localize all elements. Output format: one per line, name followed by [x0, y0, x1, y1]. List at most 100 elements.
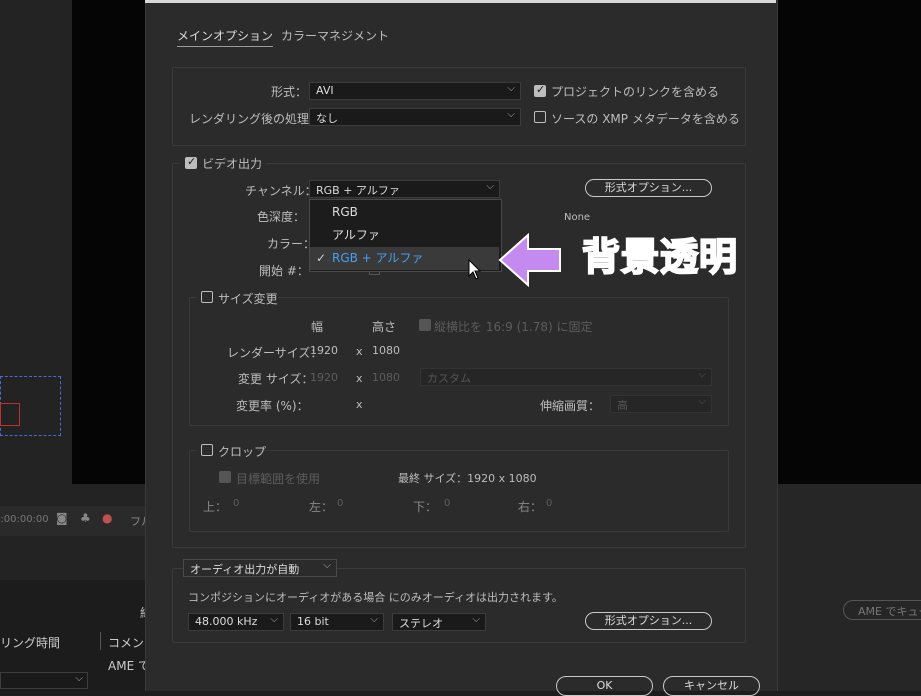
- video-format-options-button[interactable]: 形式オプション...: [585, 179, 712, 197]
- header-divider: [100, 632, 101, 650]
- crop-top-value[interactable]: 0: [233, 498, 239, 509]
- channel-option-label: アルファ: [332, 228, 380, 242]
- audio-note: コンポジションにオーディオがある場合 にのみオーディオは出力されます。: [188, 591, 563, 604]
- channel-label: チャンネル：: [245, 184, 317, 198]
- channel-option-alpha[interactable]: アルファ: [310, 224, 499, 247]
- chevron-down-icon: ⌵: [698, 396, 706, 407]
- resize-width[interactable]: 1920: [310, 371, 338, 384]
- audio-format-options-button[interactable]: 形式オプション...: [585, 612, 712, 630]
- video-output-checkbox[interactable]: [185, 155, 197, 169]
- include-xmp-checkbox[interactable]: [534, 111, 546, 123]
- audio-channels-select[interactable]: ステレオ ⌵: [392, 613, 486, 631]
- channel-option-rgb[interactable]: RGB: [310, 201, 499, 224]
- chevron-down-icon: ⌵: [75, 673, 83, 684]
- checkmark-icon: ✓: [316, 251, 327, 265]
- none-text: None: [564, 212, 591, 223]
- render-size-label: レンダーサイズ：: [227, 346, 323, 360]
- channel-select[interactable]: RGB + アルファ ⌵: [309, 180, 500, 198]
- start-label: 開始 #：: [259, 264, 309, 278]
- crop-bottom-value[interactable]: 0: [444, 498, 450, 509]
- chevron-down-icon: ⌵: [370, 614, 378, 625]
- cancel-button[interactable]: キャンセル: [663, 676, 760, 696]
- layer-box: [0, 403, 20, 426]
- video-output-label: ビデオ出力: [202, 157, 263, 171]
- depth-label: 色深度：: [257, 210, 306, 224]
- bit-depth-select[interactable]: 16 bit ⌵: [290, 613, 384, 631]
- crop-left-value[interactable]: 0: [337, 498, 343, 509]
- crop-top-label: 上：: [203, 500, 228, 514]
- channel-value: RGB + アルファ: [316, 184, 400, 197]
- resize-height[interactable]: 1080: [372, 371, 400, 384]
- resize-to-label: 変更 サイズ：: [238, 372, 314, 386]
- post-render-select[interactable]: なし ⌵: [309, 108, 521, 126]
- tab-color-management[interactable]: カラーマネジメント: [281, 27, 389, 44]
- include-project-link-checkbox[interactable]: [534, 83, 546, 97]
- chevron-down-icon: ⌵: [507, 109, 515, 120]
- quality-label: 伸縮画質：: [540, 399, 601, 413]
- audio-format-options-label: 形式オプション...: [604, 614, 693, 627]
- format-panel: [172, 67, 746, 146]
- resize-preset-value: カスタム: [427, 372, 471, 385]
- include-project-link-label: プロジェクトのリンクを含める: [551, 85, 720, 99]
- audio-mode-value: オーディオ出力が自動: [190, 563, 300, 576]
- color-label: カラー：: [267, 237, 316, 251]
- timecode: 0:00:00:00: [0, 514, 49, 525]
- audio-mode-select[interactable]: オーディオ出力が自動 ⌵: [183, 559, 337, 577]
- post-render-value: なし: [316, 112, 338, 125]
- height-header: 高さ: [372, 320, 397, 334]
- lock-aspect-checkbox[interactable]: [419, 319, 431, 331]
- camera-icon[interactable]: ◙: [56, 511, 68, 525]
- width-header: 幅: [311, 320, 324, 334]
- quality-select[interactable]: 高 ⌵: [610, 395, 712, 413]
- resize-x: x: [356, 372, 363, 385]
- background-panel-right: [776, 484, 921, 691]
- resize-label: サイズ変更: [218, 292, 278, 306]
- resize-pct-label: 変更率 (%)：: [236, 399, 309, 413]
- render-time-header: リング時間: [0, 636, 61, 650]
- channel-icon[interactable]: ♣: [80, 511, 91, 525]
- resize-preset-select[interactable]: カスタム ⌵: [420, 368, 712, 386]
- video-format-options-label: 形式オプション...: [604, 181, 693, 194]
- format-label: 形式：: [271, 85, 308, 99]
- ame-queue-button[interactable]: AME でキュー: [843, 600, 921, 620]
- ame-label: AME で: [108, 659, 150, 673]
- dialog-title-bar: [145, 0, 776, 3]
- channel-option-label: RGB: [332, 205, 358, 219]
- quality-value: 高: [617, 399, 628, 412]
- sample-rate-select[interactable]: 48.000 kHz ⌵: [188, 613, 284, 631]
- crop-right-value[interactable]: 0: [546, 498, 552, 509]
- include-xmp-label: ソースの XMP メタデータを含める: [551, 112, 740, 126]
- format-select[interactable]: AVI ⌵: [309, 82, 521, 100]
- final-size: 最終 サイズ：1920 x 1080: [398, 472, 537, 485]
- bit-depth-value: 16 bit: [297, 615, 329, 628]
- chevron-down-icon: ⌵: [270, 614, 278, 625]
- crop-right-label: 右：: [518, 500, 543, 514]
- bg-dropdown[interactable]: ⌵: [0, 672, 88, 689]
- sample-rate-value: 48.000 kHz: [195, 615, 258, 628]
- channel-option-label: RGB + アルファ: [332, 251, 424, 265]
- ok-button[interactable]: OK: [556, 676, 653, 696]
- post-render-label: レンダリング後の処理：: [189, 112, 322, 126]
- crop-label: クロップ: [218, 445, 267, 459]
- crop-checkbox[interactable]: [201, 444, 213, 456]
- chevron-down-icon: ⌵: [507, 83, 515, 94]
- ame-queue-label: AME でキュー: [858, 605, 921, 618]
- annotation-arrow-icon: [498, 232, 561, 288]
- chevron-down-icon: ⌵: [486, 181, 494, 192]
- crop-bottom-label: 下：: [413, 500, 438, 514]
- format-value: AVI: [316, 84, 334, 97]
- use-roi-checkbox[interactable]: [219, 471, 231, 483]
- crop-left-label: 左：: [309, 500, 334, 514]
- resize-pct-x: x: [356, 398, 363, 411]
- chevron-down-icon: ⌵: [323, 560, 331, 571]
- mouse-cursor-icon: [468, 259, 482, 280]
- cancel-label: キャンセル: [684, 679, 739, 692]
- chevron-down-icon: ⌵: [698, 369, 706, 380]
- render-width: 1920: [310, 344, 338, 357]
- annotation-text: 背景透明: [581, 234, 739, 280]
- resize-checkbox[interactable]: [201, 291, 213, 303]
- lock-aspect-label: 縦横比を 16:9 (1.78) に固定: [434, 320, 593, 334]
- audio-channels-value: ステレオ: [399, 617, 443, 630]
- tab-main-options[interactable]: メインオプション: [177, 27, 274, 47]
- color-icon[interactable]: ●: [102, 511, 112, 525]
